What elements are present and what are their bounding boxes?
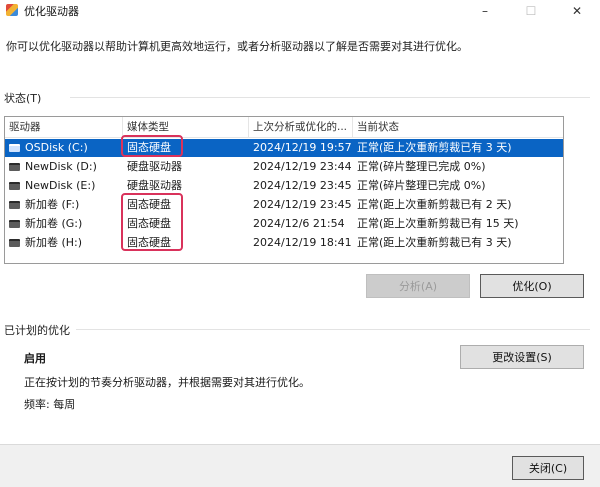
drive-row[interactable]: NewDisk (D:) 硬盘驱动器 2024/12/19 23:44 正常(碎… bbox=[5, 158, 563, 176]
scheduled-divider bbox=[76, 329, 590, 330]
status-section-label: 状态(T) bbox=[4, 92, 42, 105]
scheduled-section-label: 已计划的优化 bbox=[4, 324, 70, 337]
scheduled-description: 正在按计划的节奏分析驱动器，并根据需要对其进行优化。 bbox=[24, 376, 310, 389]
drive-icon bbox=[9, 239, 20, 247]
drive-last-run: 2024/12/19 18:41 bbox=[253, 236, 352, 249]
drive-name: NewDisk (E:) bbox=[25, 179, 96, 192]
close-window-button[interactable]: ✕ bbox=[554, 0, 600, 22]
minimize-button[interactable]: – bbox=[462, 0, 508, 22]
drive-row[interactable]: NewDisk (E:) 硬盘驱动器 2024/12/19 23:45 正常(碎… bbox=[5, 177, 563, 195]
drive-row[interactable]: 新加卷 (G:) 固态硬盘 2024/12/6 21:54 正常(距上次重新剪裁… bbox=[5, 215, 563, 233]
scheduled-state: 启用 bbox=[24, 352, 46, 365]
drive-name: 新加卷 (F:) bbox=[25, 198, 80, 211]
drive-name: OSDisk (C:) bbox=[25, 141, 88, 154]
drive-status: 正常(距上次重新剪裁已有 2 天) bbox=[357, 198, 512, 211]
drive-list[interactable]: 驱动器 媒体类型 上次分析或优化的... 当前状态 OSDisk (C:) 固态… bbox=[4, 116, 564, 264]
drive-media-type: 硬盘驱动器 bbox=[127, 160, 182, 173]
drive-row[interactable]: OSDisk (C:) 固态硬盘 2024/12/19 19:57 正常(距上次… bbox=[5, 139, 563, 157]
column-header-current-status[interactable]: 当前状态 bbox=[353, 117, 563, 137]
drive-status: 正常(碎片整理已完成 0%) bbox=[357, 160, 486, 173]
drive-icon bbox=[9, 201, 20, 209]
drive-name: NewDisk (D:) bbox=[25, 160, 97, 173]
drive-status: 正常(距上次重新剪裁已有 15 天) bbox=[357, 217, 519, 230]
drive-name: 新加卷 (G:) bbox=[25, 217, 83, 230]
list-header: 驱动器 媒体类型 上次分析或优化的... 当前状态 bbox=[5, 117, 563, 138]
analyze-button[interactable]: 分析(A) bbox=[366, 274, 470, 298]
annotation-highlight-box bbox=[121, 193, 183, 251]
column-header-drive[interactable]: 驱动器 bbox=[5, 117, 123, 137]
description-text: 你可以优化驱动器以帮助计算机更高效地运行，或者分析驱动器以了解是否需要对其进行优… bbox=[6, 40, 468, 53]
drive-last-run: 2024/12/19 23:45 bbox=[253, 179, 352, 192]
defrag-app-icon bbox=[6, 4, 18, 16]
drive-row[interactable]: 新加卷 (F:) 固态硬盘 2024/12/19 23:45 正常(距上次重新剪… bbox=[5, 196, 563, 214]
drive-row[interactable]: 新加卷 (H:) 固态硬盘 2024/12/19 18:41 正常(距上次重新剪… bbox=[5, 234, 563, 252]
drive-status: 正常(距上次重新剪裁已有 3 天) bbox=[357, 141, 512, 154]
drive-icon bbox=[9, 182, 20, 190]
drive-last-run: 2024/12/19 19:57 bbox=[253, 141, 352, 154]
window-title: 优化驱动器 bbox=[24, 5, 79, 18]
drive-icon bbox=[9, 144, 20, 152]
drive-status: 正常(距上次重新剪裁已有 3 天) bbox=[357, 236, 512, 249]
optimize-button[interactable]: 优化(O) bbox=[480, 274, 584, 298]
change-settings-button[interactable]: 更改设置(S) bbox=[460, 345, 584, 369]
drive-last-run: 2024/12/19 23:45 bbox=[253, 198, 352, 211]
drive-status: 正常(碎片整理已完成 0%) bbox=[357, 179, 486, 192]
column-header-media-type[interactable]: 媒体类型 bbox=[123, 117, 249, 137]
drive-name: 新加卷 (H:) bbox=[25, 236, 83, 249]
drive-last-run: 2024/12/19 23:44 bbox=[253, 160, 352, 173]
close-button[interactable]: 关闭(C) bbox=[512, 456, 584, 480]
drive-icon bbox=[9, 163, 20, 171]
status-divider bbox=[70, 97, 590, 98]
annotation-highlight-box bbox=[121, 135, 183, 157]
scheduled-frequency: 频率: 每周 bbox=[24, 398, 76, 411]
drive-icon bbox=[9, 220, 20, 228]
maximize-button[interactable]: ☐ bbox=[508, 0, 554, 22]
drive-last-run: 2024/12/6 21:54 bbox=[253, 217, 345, 230]
footer-bar bbox=[0, 444, 600, 487]
column-header-last-run[interactable]: 上次分析或优化的... bbox=[249, 117, 353, 137]
title-bar: 优化驱动器 – ☐ ✕ bbox=[0, 0, 600, 22]
